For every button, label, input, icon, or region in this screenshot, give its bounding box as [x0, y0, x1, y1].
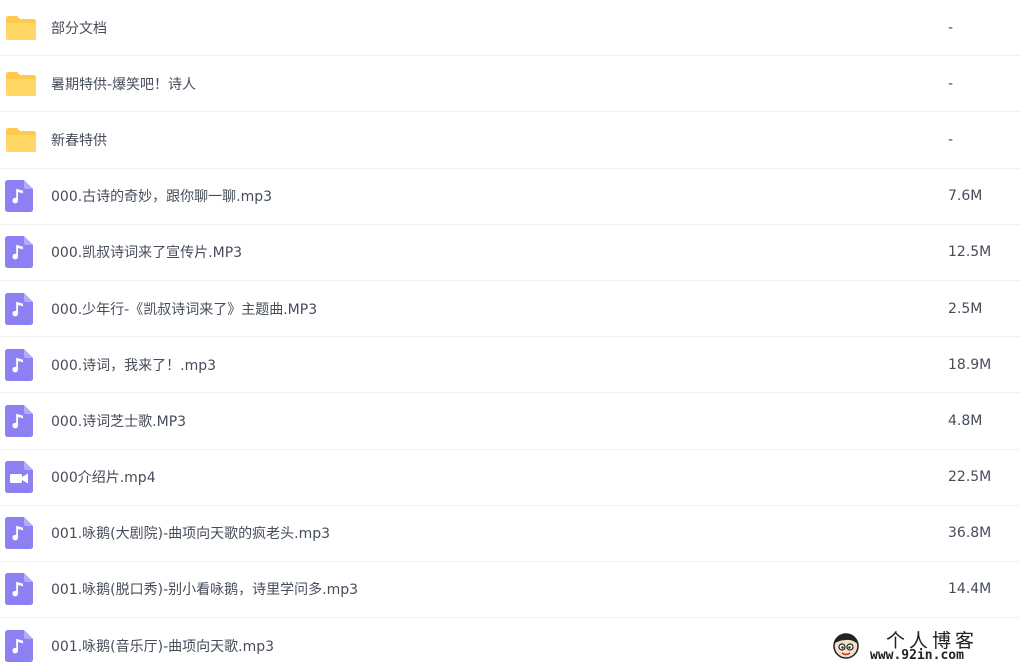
file-size: -	[948, 75, 954, 92]
file-name[interactable]: 000介绍片.mp4	[51, 467, 156, 487]
music-note-icon	[5, 517, 33, 550]
music-note-icon	[5, 348, 33, 381]
file-name[interactable]: 暑期特供-爆笑吧！诗人	[51, 74, 196, 94]
file-row[interactable]: 新春特供 -	[0, 112, 1020, 169]
file-size: 4.8M	[948, 412, 983, 429]
file-list: 部分文档 - 暑期特供-爆笑吧！诗人 - 新春特供 - 000.古诗的奇妙，跟你…	[0, 0, 1020, 668]
file-row[interactable]: 000.凯叔诗词来了宣传片.MP3 12.5M	[0, 225, 1020, 281]
file-size: 7.6M	[948, 188, 983, 205]
file-size: 36.8M	[948, 525, 992, 542]
music-note-icon	[5, 404, 33, 437]
file-name[interactable]: 000.诗词，我来了！.mp3	[51, 355, 216, 375]
file-name[interactable]: 001.咏鹅(音乐厅)-曲项向天歌.mp3	[51, 636, 274, 656]
watermark: 个人博客 www.92in.com	[824, 624, 1020, 668]
music-note-icon	[5, 292, 33, 325]
file-row[interactable]: 000.古诗的奇妙，跟你聊一聊.mp3 7.6M	[0, 169, 1020, 225]
file-name[interactable]: 新春特供	[51, 130, 107, 150]
folder-icon	[5, 71, 37, 97]
file-name[interactable]: 001.咏鹅(大剧院)-曲项向天歌的疯老头.mp3	[51, 523, 330, 543]
file-row[interactable]: 000.诗词，我来了！.mp3 18.9M	[0, 337, 1020, 394]
music-note-icon	[5, 236, 33, 269]
video-camera-icon	[5, 461, 33, 494]
file-size: -	[948, 131, 954, 148]
file-row[interactable]: 001.咏鹅(大剧院)-曲项向天歌的疯老头.mp3 36.8M	[0, 506, 1020, 562]
folder-icon	[5, 127, 37, 153]
folder-icon	[5, 15, 37, 41]
mascot-icon	[830, 630, 862, 662]
file-size: 18.9M	[948, 356, 992, 373]
file-name[interactable]: 001.咏鹅(脱口秀)-别小看咏鹅，诗里学问多.mp3	[51, 579, 358, 599]
file-row[interactable]: 000.少年行-《凯叔诗词来了》主题曲.MP3 2.5M	[0, 281, 1020, 338]
file-name[interactable]: 000.古诗的奇妙，跟你聊一聊.mp3	[51, 186, 272, 206]
file-row[interactable]: 000.诗词芝士歌.MP3 4.8M	[0, 393, 1020, 450]
file-size: 14.4M	[948, 581, 992, 598]
music-note-icon	[5, 180, 33, 213]
file-name[interactable]: 部分文档	[51, 18, 107, 38]
file-row[interactable]: 暑期特供-爆笑吧！诗人 -	[0, 56, 1020, 113]
file-size: -	[948, 19, 954, 36]
file-name[interactable]: 000.凯叔诗词来了宣传片.MP3	[51, 242, 242, 262]
watermark-url: www.92in.com	[870, 648, 964, 663]
music-note-icon	[5, 573, 33, 606]
file-row[interactable]: 001.咏鹅(脱口秀)-别小看咏鹅，诗里学问多.mp3 14.4M	[0, 562, 1020, 619]
music-note-icon	[5, 629, 33, 662]
file-size: 2.5M	[948, 300, 983, 317]
file-size: 22.5M	[948, 469, 992, 486]
file-name[interactable]: 000.诗词芝士歌.MP3	[51, 411, 186, 431]
file-size: 12.5M	[948, 244, 992, 261]
file-row[interactable]: 000介绍片.mp4 22.5M	[0, 450, 1020, 506]
file-name[interactable]: 000.少年行-《凯叔诗词来了》主题曲.MP3	[51, 299, 317, 319]
file-row[interactable]: 部分文档 -	[0, 0, 1020, 57]
